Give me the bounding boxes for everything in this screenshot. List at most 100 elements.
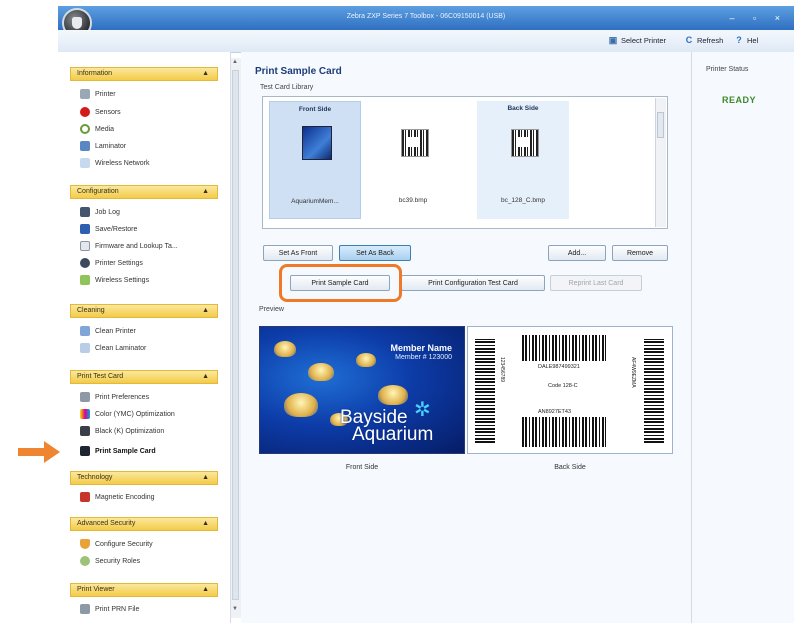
- barcode-bottom: [522, 417, 606, 447]
- library-item-back[interactable]: Back Side bc_128_C.bmp: [477, 101, 569, 219]
- sidebar-item-label: Printer Settings: [95, 259, 143, 267]
- group-technology[interactable]: Technology ▲: [70, 471, 218, 485]
- scrollbar-thumb[interactable]: [232, 70, 239, 600]
- group-cleaning[interactable]: Cleaning ▲: [70, 304, 218, 318]
- sidebar-item-printer-settings[interactable]: Printer Settings: [80, 256, 143, 270]
- gear-icon: [80, 258, 90, 268]
- sidebar-item-label: Job Log: [95, 208, 120, 216]
- card-thumbnail: [302, 126, 332, 160]
- jellyfish-image: [284, 393, 318, 417]
- help-icon: ?: [736, 35, 742, 45]
- group-advanced-security[interactable]: Advanced Security ▲: [70, 517, 218, 531]
- add-button[interactable]: Add...: [548, 245, 606, 261]
- sidebar-item-printer[interactable]: Printer: [80, 87, 116, 101]
- member-name: Member Name: [390, 343, 452, 353]
- help-label: Hel: [747, 35, 759, 45]
- sidebar-item-firmware[interactable]: Firmware and Lookup Ta...: [80, 239, 178, 253]
- test-card-library[interactable]: Front Side AquariumMem... bc39.bmp Back …: [262, 96, 668, 229]
- sidebar-item-label: Media: [95, 125, 115, 133]
- barcode-left: [475, 339, 495, 443]
- group-label: Cleaning: [77, 307, 105, 314]
- printer-icon: ▣: [608, 35, 618, 45]
- sidebar-item-configure-security[interactable]: Configure Security: [80, 537, 153, 551]
- sidebar-item-job-log[interactable]: Job Log: [80, 205, 120, 219]
- barcode-side-left-text: 123456789: [499, 357, 505, 383]
- sidebar-item-magnetic-encoding[interactable]: Magnetic Encoding: [80, 490, 155, 504]
- sidebar-item-black-optimization[interactable]: Black (K) Optimization: [80, 424, 164, 438]
- sidebar-item-save-restore[interactable]: Save/Restore: [80, 222, 137, 236]
- group-print-viewer[interactable]: Print Viewer ▲: [70, 583, 218, 597]
- sidebar-item-label: Laminator: [95, 142, 127, 150]
- status-panel: [691, 52, 794, 623]
- sidebar-item-security-roles[interactable]: Security Roles: [80, 554, 140, 568]
- reprint-last-card-button[interactable]: Reprint Last Card: [550, 275, 642, 291]
- file-name: AquariumMem...: [291, 198, 339, 205]
- sidebar-item-print-preferences[interactable]: Print Preferences: [80, 390, 149, 404]
- slot-header: Front Side: [298, 106, 332, 113]
- slot-header: Back Side: [507, 105, 539, 112]
- barcode-right: [644, 339, 664, 443]
- sidebar-item-sensors[interactable]: Sensors: [80, 105, 121, 119]
- scroll-down-icon[interactable]: ▼: [232, 606, 238, 612]
- sidebar-item-clean-laminator[interactable]: Clean Laminator: [80, 341, 146, 355]
- sidebar-item-label: Firmware and Lookup Ta...: [95, 242, 178, 250]
- sidebar-item-media[interactable]: Media: [80, 122, 114, 136]
- sidebar-item-label: Printer: [95, 90, 116, 98]
- sidebar-item-clean-printer[interactable]: Clean Printer: [80, 324, 136, 338]
- file-name: bc_128_C.bmp: [500, 197, 546, 204]
- library-scrollbar[interactable]: [655, 98, 666, 227]
- highlight-callout: [279, 264, 402, 302]
- scroll-up-icon[interactable]: ▲: [232, 59, 238, 65]
- sidebar-item-label: Print Preferences: [95, 393, 150, 401]
- group-print-test-card[interactable]: Print Test Card ▲: [70, 370, 218, 384]
- sidebar-item-label: Security Roles: [95, 557, 141, 565]
- sidebar-item-laminator[interactable]: Laminator: [80, 139, 126, 153]
- group-label: Advanced Security: [77, 520, 136, 527]
- refresh-button[interactable]: C Refresh: [684, 35, 724, 45]
- barcode-side-right-text: AF4W9EZMA: [630, 357, 636, 388]
- black-optimization-icon: [80, 426, 90, 436]
- barcode-top-text: DALE987499321: [538, 364, 580, 370]
- barcode-top: [522, 335, 606, 361]
- set-as-front-button[interactable]: Set As Front: [263, 245, 333, 261]
- printer-icon: [80, 89, 90, 99]
- sidebar-item-wireless-network[interactable]: Wireless Network: [80, 156, 149, 170]
- library-item-front[interactable]: Front Side AquariumMem...: [269, 101, 361, 219]
- clean-laminator-icon: [80, 343, 90, 353]
- select-printer-button[interactable]: ▣ Select Printer: [608, 35, 666, 45]
- wireless-network-icon: [80, 158, 90, 168]
- help-button[interactable]: ? Hel: [734, 35, 758, 45]
- magnet-icon: [80, 492, 90, 502]
- window-controls[interactable]: – ▫ ×: [730, 13, 788, 23]
- sidebar-item-label: Print PRN File: [95, 605, 140, 613]
- group-information[interactable]: Information ▲: [70, 67, 218, 81]
- chevron-up-icon: ▲: [202, 520, 209, 527]
- sidebar-item-label: Wireless Settings: [95, 276, 150, 284]
- jellyfish-image: [356, 353, 376, 367]
- library-label: Test Card Library: [260, 84, 314, 91]
- sample-card-icon: [80, 446, 90, 456]
- sidebar-item-print-sample-card[interactable]: Print Sample Card: [80, 444, 156, 458]
- group-configuration[interactable]: Configuration ▲: [70, 185, 218, 199]
- sidebar-item-wireless-settings[interactable]: Wireless Settings: [80, 273, 149, 287]
- brand-line-2: Aquarium: [352, 424, 434, 445]
- pointer-arrow-shaft: [18, 448, 46, 456]
- sidebar-item-color-optimization[interactable]: Color (YMC) Optimization: [80, 407, 175, 421]
- chevron-up-icon: ▲: [202, 307, 209, 314]
- sidebar-item-label: Wireless Network: [95, 159, 150, 167]
- set-as-back-button[interactable]: Set As Back: [339, 245, 411, 261]
- sidebar-item-label: Color (YMC) Optimization: [95, 410, 175, 418]
- color-optimization-icon: [80, 409, 90, 419]
- sidebar-scrollbar[interactable]: ▲ ▼: [230, 58, 241, 618]
- refresh-label: Refresh: [697, 35, 724, 45]
- chevron-up-icon: ▲: [202, 474, 209, 481]
- print-configuration-test-card-button[interactable]: Print Configuration Test Card: [401, 275, 545, 291]
- barcode-thumbnail: [401, 129, 429, 157]
- laminator-icon: [80, 141, 90, 151]
- scrollbar-thumb[interactable]: [657, 112, 664, 138]
- jellyfish-image: [274, 341, 296, 357]
- sidebar-item-print-prn-file[interactable]: Print PRN File: [80, 602, 139, 616]
- group-label: Configuration: [77, 188, 119, 195]
- remove-button[interactable]: Remove: [612, 245, 668, 261]
- library-item-bc39[interactable]: bc39.bmp: [367, 101, 459, 219]
